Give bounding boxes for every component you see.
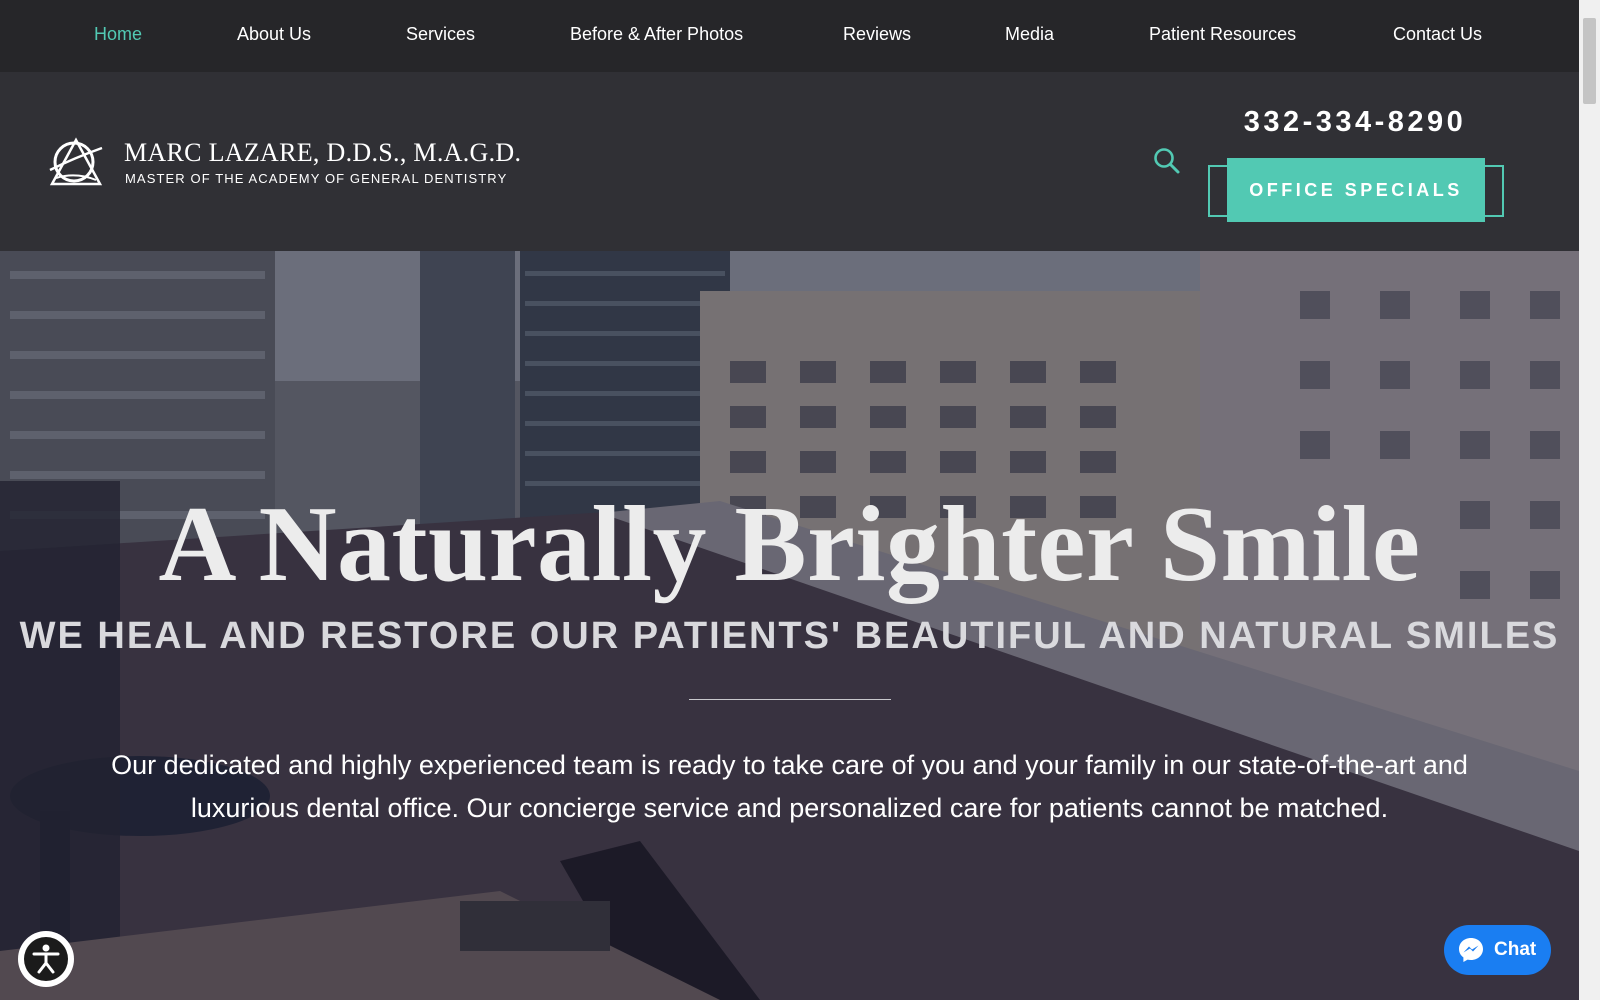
top-navigation: Home About Us Services Before & After Ph… <box>0 0 1579 72</box>
logo-name: MARC LAZARE, D.D.S., M.A.G.D. <box>124 138 522 167</box>
hero-title: A Naturally Brighter Smile <box>158 485 1421 604</box>
hero-section: A Naturally Brighter Smile WE HEAL AND R… <box>0 251 1579 1000</box>
nav-item-reviews[interactable]: Reviews <box>843 24 911 45</box>
accessibility-button[interactable] <box>18 931 74 987</box>
messenger-icon <box>1459 938 1483 962</box>
accessibility-icon <box>24 937 68 981</box>
nav-item-about-us[interactable]: About Us <box>237 24 311 45</box>
hero-description: Our dedicated and highly experienced tea… <box>111 750 1468 823</box>
scrollbar-thumb[interactable] <box>1583 18 1596 104</box>
office-specials-button[interactable]: OFFICE SPECIALS <box>1227 158 1485 222</box>
chat-label: Chat <box>1494 939 1537 960</box>
page: Home About Us Services Before & After Ph… <box>0 0 1600 1000</box>
hero-subtitle: WE HEAL AND RESTORE OUR PATIENTS' BEAUTI… <box>19 615 1560 657</box>
phone-number-link[interactable]: 332-334-8290 <box>1230 106 1480 139</box>
nav-item-patient-resources[interactable]: Patient Resources <box>1149 24 1296 45</box>
nav-item-services[interactable]: Services <box>406 24 475 45</box>
site-logo[interactable]: MARC LAZARE, D.D.S., M.A.G.D. MASTER OF … <box>46 134 521 194</box>
search-icon[interactable] <box>1152 146 1182 176</box>
nav-item-before-after-photos[interactable]: Before & After Photos <box>570 24 743 45</box>
nav-item-home[interactable]: Home <box>94 24 142 45</box>
nav-item-media[interactable]: Media <box>1005 24 1054 45</box>
nav-item-contact-us[interactable]: Contact Us <box>1393 24 1482 45</box>
logo-mark-icon <box>49 137 103 186</box>
page-scrollbar[interactable] <box>1579 0 1600 1000</box>
logo-tagline: MASTER OF THE ACADEMY OF GENERAL DENTIST… <box>125 171 508 186</box>
site-header: MARC LAZARE, D.D.S., M.A.G.D. MASTER OF … <box>0 72 1579 251</box>
hero-divider <box>689 699 891 700</box>
chat-button[interactable]: Chat <box>1444 925 1551 975</box>
